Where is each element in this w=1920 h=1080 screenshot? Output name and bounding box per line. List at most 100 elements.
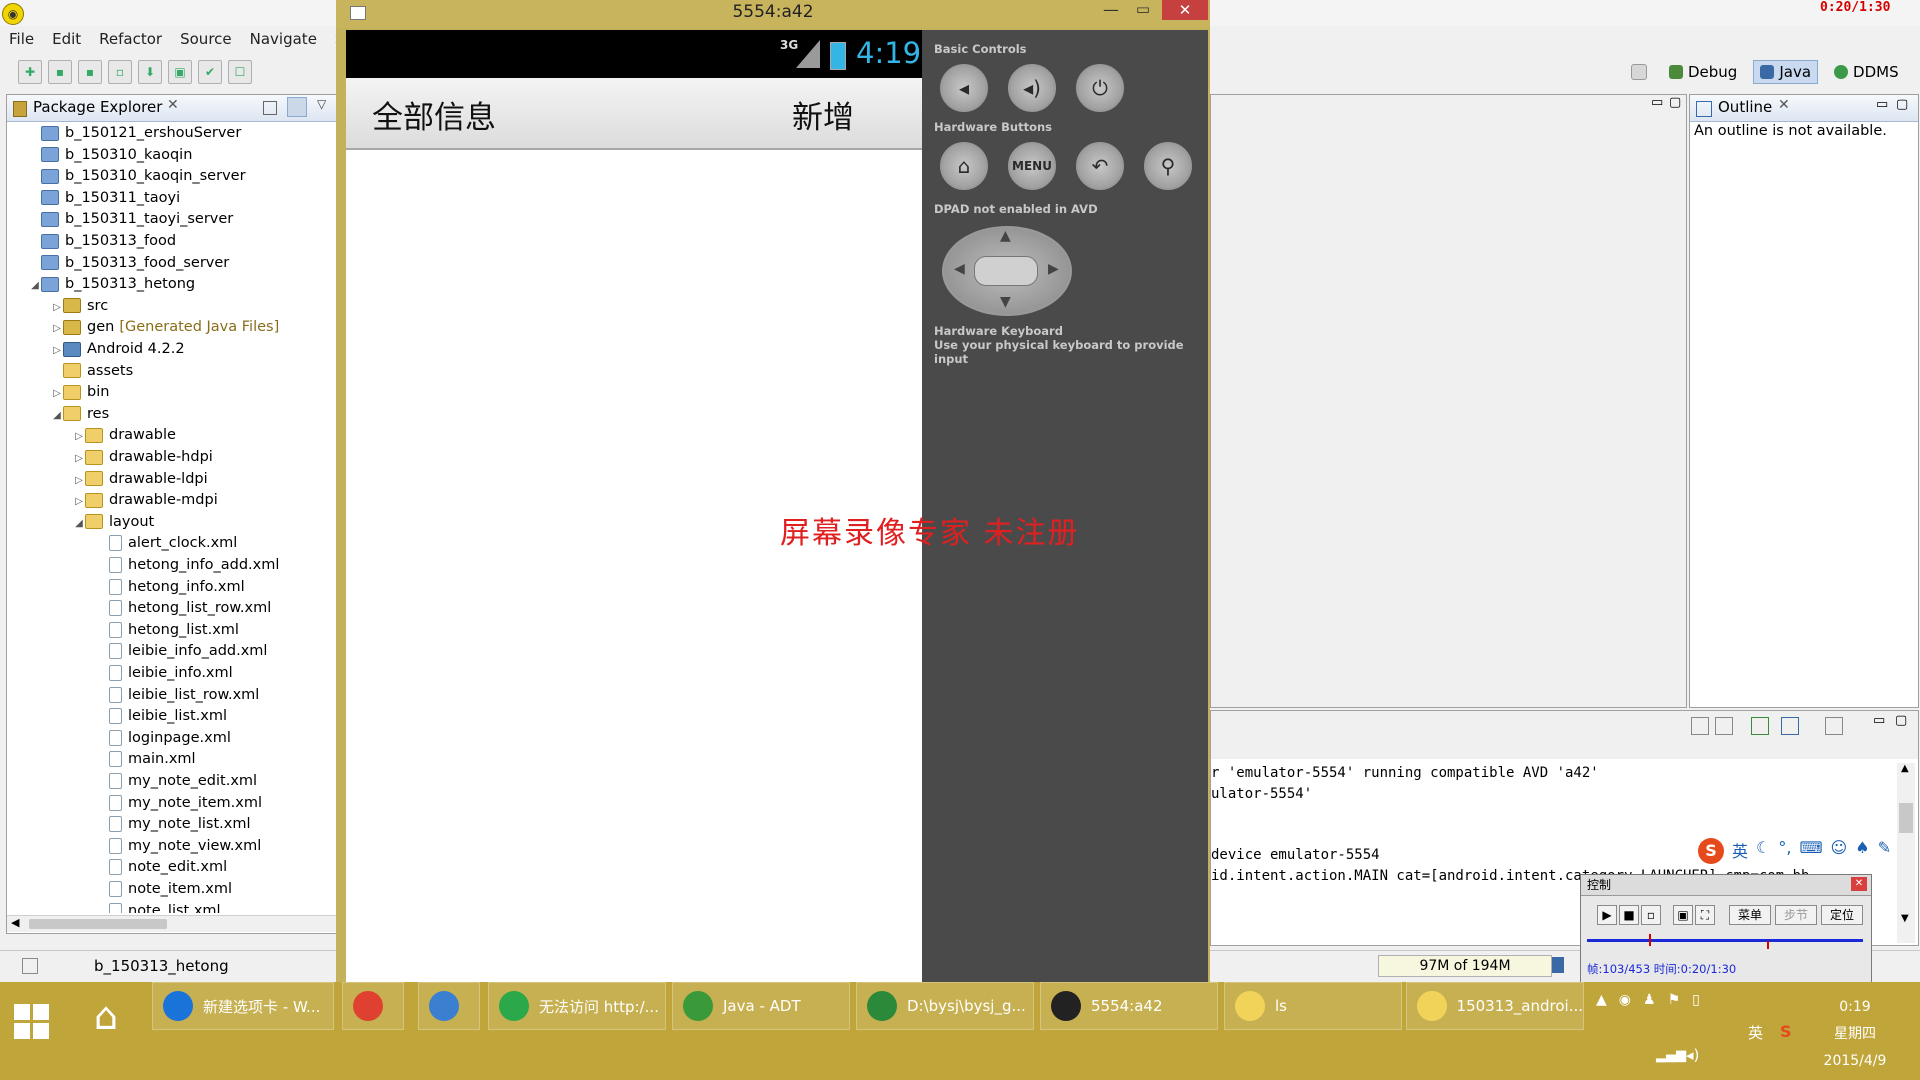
tree-item[interactable]: ◢ res — [51, 404, 109, 425]
expand-icon[interactable]: ▷ — [73, 426, 85, 447]
tree-item[interactable]: ◢ b_150313_hetong — [29, 274, 195, 295]
tray-app-icon[interactable]: ◉ — [1619, 992, 1631, 1008]
expand-icon[interactable]: ▷ — [51, 318, 63, 339]
dpad-control[interactable]: ▲ ◀ ▶ ▼ — [942, 226, 1072, 316]
expand-icon[interactable]: ◢ — [73, 513, 85, 534]
menu-file[interactable]: File — [0, 28, 43, 50]
open-console-icon[interactable] — [1825, 717, 1843, 735]
moon-icon[interactable]: ☾ — [1756, 838, 1770, 864]
sogou-icon[interactable]: S — [1698, 838, 1724, 864]
windows-start-button[interactable] — [14, 1004, 50, 1040]
taskbar-clock[interactable]: 0:19 星期四 2015/4/9 — [1800, 994, 1910, 1075]
dpad-left-icon[interactable]: ◀ — [954, 261, 965, 277]
collapse-all-icon[interactable] — [263, 101, 277, 115]
outline-tab[interactable]: Outline ✕ ▭ ▢ — [1690, 95, 1918, 122]
display-console-icon[interactable] — [1781, 717, 1799, 735]
tree-item[interactable]: hetong_list_row.xml — [97, 598, 271, 619]
keyboard-icon[interactable]: ⌨ — [1799, 838, 1822, 864]
menu-navigate[interactable]: Navigate — [241, 28, 326, 50]
taskbar-app[interactable] — [342, 982, 404, 1030]
save-icon[interactable]: ▪ — [48, 60, 72, 84]
ime-language[interactable]: 英 — [1732, 838, 1748, 864]
tree-item[interactable]: my_note_view.xml — [97, 836, 261, 857]
scroll-up-icon[interactable]: ▲ — [1901, 763, 1909, 774]
tree-item[interactable]: my_note_item.xml — [97, 793, 262, 814]
tree-item[interactable]: hetong_info.xml — [97, 577, 245, 598]
minimize-button[interactable]: — — [1096, 0, 1126, 22]
tree-item[interactable]: b_150310_kaoqin — [29, 145, 192, 166]
tray-expand-icon[interactable]: ▲ — [1596, 992, 1607, 1008]
tree-item[interactable]: my_note_list.xml — [97, 814, 251, 835]
new-android-project-icon[interactable]: ☐ — [228, 60, 252, 84]
android-sdk-icon[interactable]: ⬇ — [138, 60, 162, 84]
close-icon[interactable]: ✕ — [1851, 877, 1867, 891]
print-icon[interactable]: ▫ — [108, 60, 132, 84]
taskbar-app[interactable]: 150313_androi... — [1406, 982, 1584, 1030]
scroll-down-icon[interactable]: ▼ — [1901, 913, 1909, 924]
perspective-java[interactable]: Java — [1753, 60, 1819, 84]
expand-icon[interactable]: ▷ — [51, 297, 63, 318]
tree-item[interactable]: leibie_list_row.xml — [97, 685, 259, 706]
tree-item[interactable]: ▷ drawable-ldpi — [73, 469, 208, 490]
tree-item[interactable]: ▷ src — [51, 296, 108, 317]
tree-item[interactable]: alert_clock.xml — [97, 533, 237, 554]
recorder-progress-bar[interactable] — [1587, 934, 1863, 949]
tree-item[interactable]: b_150311_taoyi_server — [29, 209, 233, 230]
menu-refactor[interactable]: Refactor — [90, 28, 171, 50]
maximize-icon[interactable]: ▢ — [1669, 95, 1681, 110]
scrollbar-thumb[interactable] — [29, 919, 167, 929]
taskbar-app[interactable]: 5554:a42 — [1040, 982, 1218, 1030]
dpad-down-icon[interactable]: ▼ — [1000, 294, 1011, 310]
menu-button[interactable]: MENU — [1008, 142, 1056, 190]
tree-item[interactable]: ▷ bin — [51, 382, 109, 403]
maximize-button[interactable]: ▭ — [1128, 0, 1158, 22]
menu-source[interactable]: Source — [171, 28, 241, 50]
tree-item[interactable]: assets — [51, 361, 133, 382]
home-icon[interactable]: ⌂ — [940, 142, 988, 190]
tree-item[interactable]: b_150313_food_server — [29, 253, 229, 274]
horizontal-scrollbar[interactable]: ◀ — [7, 915, 337, 932]
expand-icon[interactable]: ▷ — [73, 491, 85, 512]
expand-icon[interactable]: ◢ — [51, 405, 63, 426]
phone-screen[interactable]: 3G 4:19 全部信息 新增 — [346, 30, 922, 982]
minimize-icon[interactable]: ▭ — [1873, 713, 1885, 728]
punctuation-icon[interactable]: °, — [1778, 838, 1791, 864]
home-icon[interactable]: ⌂ — [94, 994, 118, 1038]
tree-item[interactable]: my_note_edit.xml — [97, 771, 257, 792]
volume-down-icon[interactable]: ◂ — [940, 64, 988, 112]
network-icon[interactable]: ▂▄▆ — [1656, 1048, 1686, 1063]
close-button[interactable]: ✕ — [1162, 0, 1208, 20]
minimize-icon[interactable]: ▭ — [1876, 97, 1888, 112]
minimize-icon[interactable]: ▭ — [1651, 95, 1663, 110]
taskbar-app[interactable]: Java - ADT — [672, 982, 850, 1030]
tree-item[interactable]: ▷ Android 4.2.2 — [51, 339, 184, 360]
search-icon[interactable]: ⚲ — [1144, 142, 1192, 190]
menu-edit[interactable]: Edit — [43, 28, 90, 50]
tree-item[interactable]: hetong_info_add.xml — [97, 555, 279, 576]
tree-item[interactable]: b_150310_kaoqin_server — [29, 166, 246, 187]
scrollbar-thumb[interactable] — [1899, 803, 1913, 833]
new-icon[interactable]: ✚ — [18, 60, 42, 84]
taskbar-app[interactable] — [418, 982, 480, 1030]
skin-icon[interactable]: ♠ — [1855, 838, 1869, 864]
scroll-left-icon[interactable]: ◀ — [11, 916, 19, 929]
power-icon[interactable]: ▯ — [1692, 992, 1700, 1008]
perspective-ddms[interactable]: DDMS — [1828, 60, 1905, 84]
lint-icon[interactable]: ✔ — [198, 60, 222, 84]
maximize-icon[interactable]: ▢ — [1895, 713, 1907, 728]
tree-item[interactable]: ▷ drawable-hdpi — [73, 447, 213, 468]
power-icon[interactable]: ⏻ — [1076, 64, 1124, 112]
taskbar-app[interactable]: ls — [1224, 982, 1402, 1030]
volume-icon[interactable]: ◂) — [1686, 1046, 1699, 1064]
tree-item[interactable]: leibie_info.xml — [97, 663, 233, 684]
expand-icon[interactable]: ◢ — [29, 275, 41, 296]
stop-icon[interactable]: ■ — [1619, 905, 1639, 925]
expand-icon[interactable]: ▷ — [51, 383, 63, 404]
dpad-center-button[interactable] — [974, 256, 1038, 286]
wrench-icon[interactable]: ✎ — [1878, 838, 1891, 864]
maximize-icon[interactable]: ▢ — [1896, 97, 1908, 112]
view-menu-icon[interactable]: ▽ — [317, 97, 326, 111]
heap-status[interactable]: 97M of 194M — [1378, 955, 1552, 977]
tree-item[interactable]: leibie_info_add.xml — [97, 641, 267, 662]
add-button[interactable]: 新增 — [792, 92, 854, 137]
